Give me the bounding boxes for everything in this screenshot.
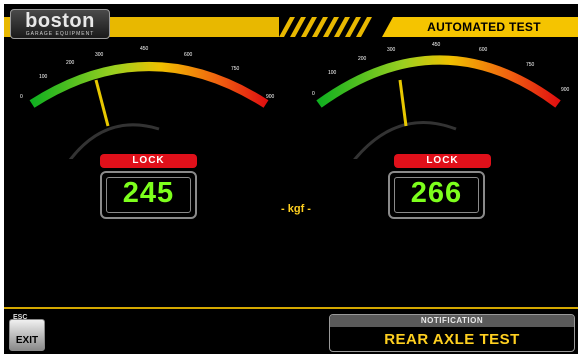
tick-100: 100 (39, 74, 48, 80)
tick-450: 450 (432, 42, 441, 48)
notification-panel: NOTIFICATION REAR AXLE TEST (329, 314, 575, 352)
test-screen: boston GARAGE EQUIPMENT AUTOMATED TEST 0… (4, 4, 578, 354)
tick-750: 750 (526, 62, 535, 68)
left-value-display: 245 (100, 171, 197, 219)
right-value: 266 (410, 177, 463, 209)
brand-name: boston (25, 10, 95, 32)
scale-arc (29, 62, 269, 108)
tick-450: 450 (140, 46, 149, 52)
needle (94, 79, 110, 127)
tick-600: 600 (479, 47, 488, 53)
tick-200: 200 (358, 56, 367, 62)
left-value: 245 (122, 177, 175, 209)
right-value-display: 266 (388, 171, 485, 219)
tick-750: 750 (231, 66, 240, 72)
left-gauge: 0 100 200 300 450 600 750 900 (20, 46, 275, 159)
left-lock-badge[interactable]: LOCK (100, 154, 197, 168)
exit-button[interactable]: EXIT (9, 319, 45, 351)
right-lock-badge[interactable]: LOCK (394, 154, 491, 168)
unit-label: - kgf - (281, 203, 311, 215)
notification-text: REAR AXLE TEST (384, 331, 520, 348)
tick-900: 900 (561, 87, 570, 93)
tick-200: 200 (66, 60, 75, 66)
tick-0: 0 (312, 91, 315, 97)
footer-divider (4, 307, 578, 309)
tick-0: 0 (20, 94, 23, 100)
tick-900: 900 (266, 94, 275, 100)
exit-button-label: EXIT (15, 335, 39, 346)
notification-header: NOTIFICATION (330, 315, 574, 327)
needle (398, 79, 408, 127)
tick-100: 100 (328, 70, 337, 76)
tick-600: 600 (184, 52, 193, 58)
tick-300: 300 (387, 47, 396, 53)
right-gauge: 0 100 200 300 450 600 750 900 (312, 42, 570, 159)
tick-300: 300 (95, 52, 104, 58)
scale-arc (316, 55, 561, 108)
